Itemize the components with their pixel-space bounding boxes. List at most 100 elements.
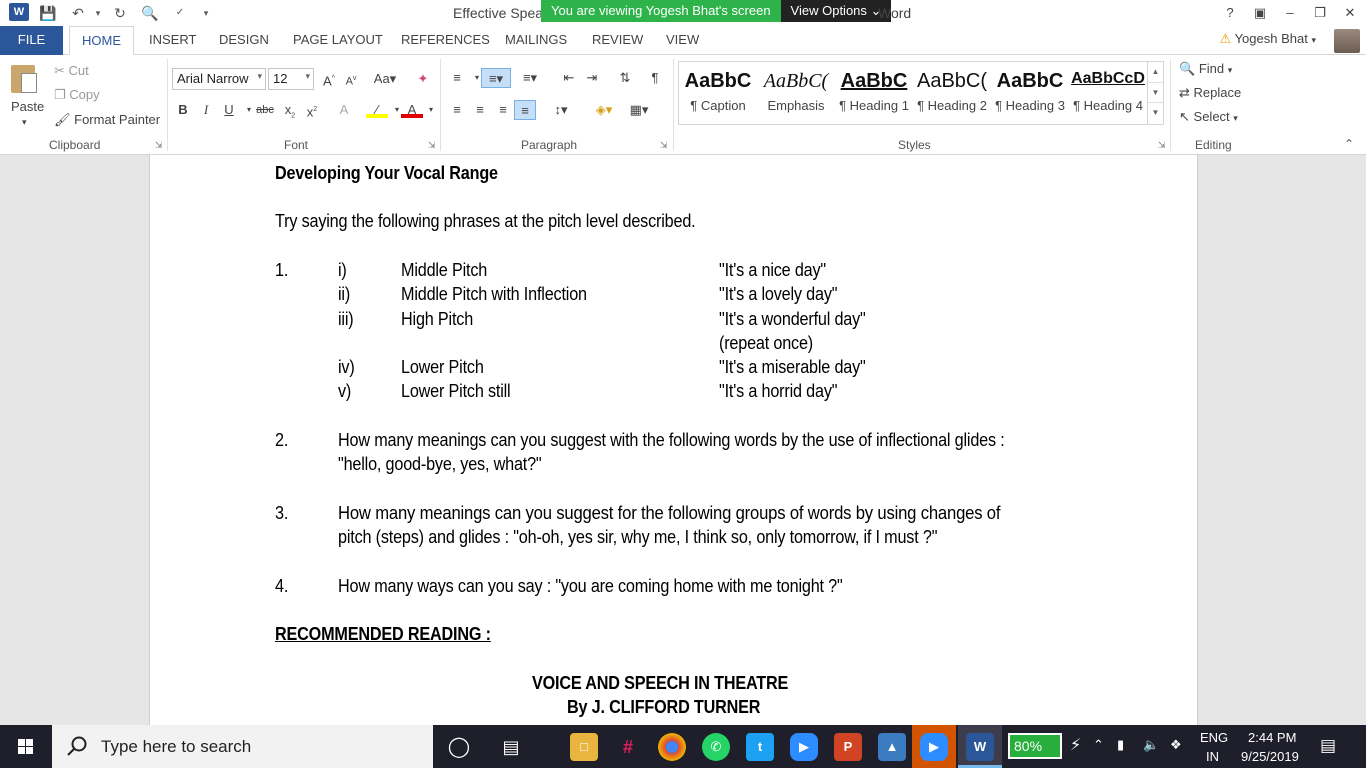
change-case-icon[interactable]: Aa▾ <box>370 69 400 89</box>
italic-icon[interactable]: I <box>195 100 217 120</box>
battery-tray-icon[interactable]: ▮ <box>1117 737 1124 753</box>
powerpoint-icon[interactable]: P <box>834 733 862 761</box>
view-options-button[interactable]: View Options ⌄ <box>780 0 892 22</box>
tab-file[interactable]: FILE <box>0 26 63 55</box>
shrink-font-icon[interactable]: Av <box>340 69 362 89</box>
borders-icon[interactable]: ▦▾ <box>624 100 654 120</box>
replace-button[interactable]: ⇄ Replace <box>1179 85 1241 101</box>
tab-home[interactable]: HOME <box>69 26 134 55</box>
styles-launcher-icon[interactable]: ⇲ <box>1158 140 1166 151</box>
whatsapp-icon[interactable]: ✆ <box>702 733 730 761</box>
undo-icon[interactable]: ↶ <box>68 3 88 23</box>
notifications-icon[interactable]: ▤ <box>1320 736 1336 756</box>
cut-button[interactable]: ✂ Cut <box>54 63 89 79</box>
start-button[interactable] <box>0 725 52 768</box>
file-explorer-icon[interactable]: □ <box>570 733 598 761</box>
underline-icon[interactable]: U <box>218 100 240 120</box>
battery-indicator[interactable]: 80% <box>1008 733 1062 759</box>
customize-quick-access-icon[interactable]: ▾ <box>196 3 216 23</box>
style-caption[interactable]: AaBbC ¶ Caption <box>679 62 757 124</box>
font-family-select[interactable]: Arial Narrow ▾ <box>172 68 266 90</box>
spelling-icon[interactable]: ✓ <box>170 3 190 23</box>
paragraph-launcher-icon[interactable]: ⇲ <box>660 140 668 151</box>
font-size-select[interactable]: 12 ▾ <box>268 68 314 90</box>
align-left-icon[interactable]: ≡ <box>446 100 468 120</box>
minimize-icon[interactable]: – <box>1276 2 1304 24</box>
language-code[interactable]: ENG <box>1200 730 1228 745</box>
print-preview-icon[interactable]: 🔍 <box>140 3 160 23</box>
decrease-indent-icon[interactable]: ⇤ <box>558 68 580 88</box>
strikethrough-icon[interactable]: abc <box>254 100 276 120</box>
style-heading-1[interactable]: AaBbC ¶ Heading 1 <box>835 62 913 124</box>
style-heading-3[interactable]: AaBbC ¶ Heading 3 <box>991 62 1069 124</box>
zoom-meeting-active[interactable]: ▶ <box>912 725 956 768</box>
scroll-down-icon[interactable]: ▼ <box>1148 82 1163 102</box>
cortana-icon[interactable]: ◯ <box>445 733 473 761</box>
redo-icon[interactable]: ↻ <box>110 3 130 23</box>
restore-icon[interactable]: ❐ <box>1306 2 1334 24</box>
paste-dropdown-icon[interactable]: ▾ <box>22 117 27 128</box>
clock-date[interactable]: 9/25/2019 <box>1241 749 1299 764</box>
bullets-icon[interactable]: ≡ <box>446 68 468 88</box>
clipboard-launcher-icon[interactable]: ⇲ <box>155 140 163 151</box>
format-painter-button[interactable]: 🖌 Format Painter <box>54 112 160 128</box>
select-button[interactable]: ↖ Select ▾ <box>1179 109 1238 125</box>
bold-icon[interactable]: B <box>172 100 194 120</box>
tab-page-layout[interactable]: PAGE LAYOUT <box>281 26 395 55</box>
font-color-dropdown-icon[interactable]: ▾ <box>420 100 442 120</box>
ribbon-display-options-icon[interactable]: ▣ <box>1246 2 1274 24</box>
style-emphasis[interactable]: AaBbC(Emphasis <box>757 62 835 124</box>
tab-review[interactable]: REVIEW <box>580 26 655 55</box>
photos-icon[interactable]: ▲ <box>878 733 906 761</box>
tab-design[interactable]: DESIGN <box>207 26 281 55</box>
grow-font-icon[interactable]: A^ <box>318 69 340 89</box>
clock-time[interactable]: 2:44 PM <box>1248 730 1296 745</box>
paste-icon[interactable] <box>11 63 39 95</box>
text-effects-icon[interactable]: A <box>333 100 355 120</box>
align-right-icon[interactable]: ≡ <box>492 100 514 120</box>
avatar[interactable] <box>1334 29 1360 53</box>
slack-icon[interactable]: # <box>614 733 642 761</box>
font-launcher-icon[interactable]: ⇲ <box>428 140 436 151</box>
user-account[interactable]: ⚠ Yogesh Bhat ▾ <box>1220 31 1316 47</box>
subscript-icon[interactable]: x2 <box>279 100 301 120</box>
undo-dropdown-icon[interactable]: ▾ <box>88 3 108 23</box>
tab-view[interactable]: VIEW <box>654 26 711 55</box>
sort-icon[interactable]: ⇅ <box>614 68 636 88</box>
tab-insert[interactable]: INSERT <box>137 26 208 55</box>
close-icon[interactable]: ✕ <box>1336 2 1364 24</box>
scroll-up-icon[interactable]: ▲ <box>1148 62 1163 82</box>
collapse-ribbon-icon[interactable]: ⌃ <box>1344 137 1354 151</box>
tab-references[interactable]: REFERENCES <box>389 26 502 55</box>
copy-button[interactable]: ❐ Copy <box>54 87 100 103</box>
show-formatting-marks-icon[interactable]: ¶ <box>644 68 666 88</box>
word-taskbar-active[interactable]: W <box>958 725 1002 768</box>
styles-scroll[interactable]: ▲ ▼ ▼ <box>1147 62 1163 124</box>
styles-more-icon[interactable]: ▼ <box>1148 102 1163 122</box>
dropbox-icon[interactable]: ❖ <box>1170 737 1182 753</box>
superscript-icon[interactable]: x2 <box>301 100 323 120</box>
save-icon[interactable]: 💾 <box>38 3 58 23</box>
zoom-icon[interactable]: ▶ <box>790 733 818 761</box>
chrome-icon[interactable] <box>658 733 686 761</box>
align-center-icon[interactable]: ≡ <box>469 100 491 120</box>
increase-indent-icon[interactable]: ⇥ <box>581 68 603 88</box>
taskbar-search[interactable]: Type here to search <box>52 725 433 768</box>
find-button[interactable]: 🔍 Find ▾ <box>1179 61 1232 77</box>
show-hidden-icons-icon[interactable]: ⌃ <box>1093 737 1104 753</box>
style-heading-4[interactable]: AaBbCcD ¶ Heading 4 <box>1069 62 1147 124</box>
help-button[interactable]: ? <box>1216 2 1244 24</box>
tab-mailings[interactable]: MAILINGS <box>493 26 579 55</box>
volume-icon[interactable]: 🔈 <box>1143 737 1159 753</box>
line-spacing-icon[interactable]: ↕▾ <box>546 100 576 120</box>
highlight-color-icon[interactable]: ∕ <box>366 100 388 118</box>
style-heading-2[interactable]: AaBbC(¶ Heading 2 <box>913 62 991 124</box>
twitter-icon[interactable]: t <box>746 733 774 761</box>
clear-formatting-icon[interactable]: ✦ <box>412 69 434 89</box>
word-app-icon[interactable]: W <box>9 3 29 21</box>
multilevel-list-icon[interactable]: ≡▾ <box>516 68 544 88</box>
shading-icon[interactable]: ◈▾ <box>589 100 619 120</box>
document-area[interactable]: Developing Your Vocal Range Try saying t… <box>0 155 1366 725</box>
paste-button[interactable]: Paste <box>11 99 44 114</box>
task-view-icon[interactable]: ▤ <box>497 733 525 761</box>
